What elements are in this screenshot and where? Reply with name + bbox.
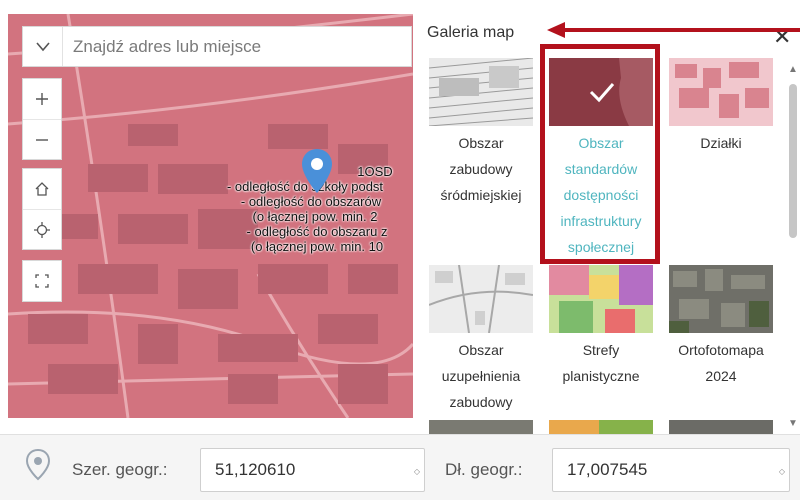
longitude-input[interactable]: 17,007545 ◇ — [552, 448, 790, 492]
popup-line: - odległość do obszaru z — [246, 224, 388, 239]
selection-highlight-box — [540, 44, 660, 264]
thumbnail-image — [669, 58, 773, 126]
longitude-value: 17,007545 — [567, 460, 648, 479]
minus-icon — [36, 138, 48, 141]
fullscreen-control — [22, 260, 62, 302]
thumbnail-image — [429, 265, 533, 333]
scroll-up-button[interactable]: ▲ — [788, 64, 798, 75]
gallery-item-obszar-zabudowy-srodmiejskiej[interactable]: Obszar zabudowy śródmiejskiej — [429, 58, 533, 208]
gallery-item-label: Obszar zabudowy śródmiejskiej — [440, 135, 522, 203]
panel-title: Galeria map — [427, 24, 515, 41]
zoom-controls — [22, 78, 62, 160]
scrollbar-thumb[interactable] — [789, 84, 797, 238]
locate-button[interactable] — [23, 209, 61, 249]
map-application: Znajdź adres lub miejsce 1OSD - odległoś… — [0, 0, 800, 500]
thumbnail-image — [429, 58, 533, 126]
longitude-label: Dł. geogr.: — [445, 460, 523, 479]
home-icon — [35, 182, 49, 196]
navigation-controls — [22, 168, 62, 250]
thumbnail-image — [549, 265, 653, 333]
search-source-dropdown[interactable] — [23, 27, 63, 66]
search-input[interactable]: Znajdź adres lub miejsce — [63, 37, 411, 57]
location-pin-icon — [25, 448, 51, 481]
home-button[interactable] — [23, 169, 61, 209]
locate-icon — [34, 221, 50, 238]
gallery-item-label: Ortofotomapa 2024 — [678, 342, 764, 384]
map-pin-icon — [302, 149, 332, 193]
popup-line: (o łącznej pow. min. 2 — [252, 209, 378, 224]
thumbnail-partial — [429, 420, 533, 434]
thumbnail-partial — [669, 420, 773, 434]
gallery-item-dzialki[interactable]: Działki — [669, 58, 773, 156]
gallery-item-ortofotomapa-2024[interactable]: Ortofotomapa 2024 — [669, 265, 773, 389]
zoom-in-button[interactable] — [23, 79, 61, 119]
latitude-label: Szer. geogr.: — [72, 460, 168, 479]
gallery-item-obszar-uzupelnienia-zabudowy[interactable]: Obszar uzupełnienia zabudowy — [429, 265, 533, 415]
latitude-input[interactable]: 51,120610 ◇ — [200, 448, 425, 492]
spinner-icon: ◇ — [778, 467, 785, 476]
thumbnail-image — [669, 265, 773, 333]
thumbnail-partial — [549, 420, 653, 434]
plus-icon — [36, 93, 48, 105]
search-box[interactable]: Znajdź adres lub miejsce — [22, 26, 412, 67]
scroll-down-button[interactable]: ▼ — [788, 418, 798, 429]
fullscreen-icon — [35, 274, 49, 288]
gallery-item-label: Działki — [700, 135, 742, 151]
zoom-out-button[interactable] — [23, 119, 61, 159]
spinner-icon: ◇ — [413, 467, 420, 476]
annotation-arrow — [547, 22, 800, 38]
fullscreen-button[interactable] — [23, 261, 61, 301]
chevron-down-icon — [35, 41, 50, 51]
gallery-item-label: Obszar uzupełnienia zabudowy — [441, 342, 521, 410]
popup-line: (o łącznej pow. min. 10 — [250, 239, 384, 254]
gallery-item-label: Strefy planistyczne — [562, 342, 640, 384]
latitude-value: 51,120610 — [215, 460, 296, 479]
location-marker[interactable] — [300, 148, 334, 199]
gallery-item-strefy-planistyczne[interactable]: Strefy planistyczne — [549, 265, 653, 389]
